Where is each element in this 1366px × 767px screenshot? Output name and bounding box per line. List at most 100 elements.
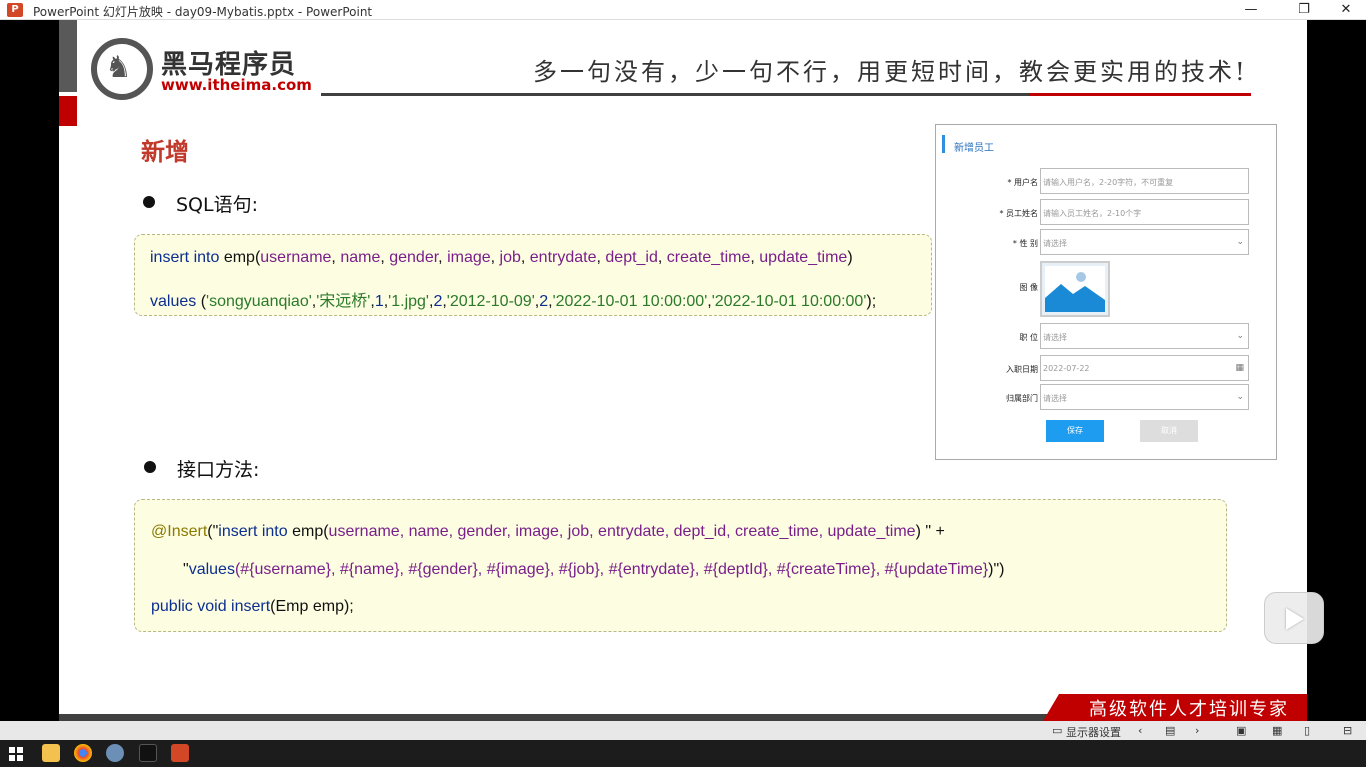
sql-section-label: SQL语句: (176, 194, 259, 216)
slogan: 多一句没有，少一句不行，用更短时间，教会更实用的技术! (533, 58, 1248, 86)
code-token: gender (389, 249, 439, 266)
slideshow-view-icon[interactable]: ⊟ (1343, 724, 1352, 737)
code-token: name (340, 249, 381, 266)
mountain-icon (1045, 272, 1105, 312)
iface-line-1: @Insert("insert into emp(username, name,… (151, 523, 945, 541)
display-settings-button[interactable]: 显示器设置 (1066, 724, 1121, 740)
job-label: 职 位 (1019, 333, 1038, 342)
next-slide-button[interactable]: › (1195, 724, 1199, 737)
close-button[interactable]: ✕ (1323, 0, 1366, 20)
windows-taskbar (0, 740, 1366, 767)
chevron-down-icon: ⌄ (1236, 331, 1244, 341)
job-select-value: 请选择 (1043, 333, 1067, 342)
code-token: , (380, 249, 390, 266)
code-token: 1 (374, 293, 384, 310)
code-token: '2012-10-09' (446, 293, 535, 310)
code-token: , (657, 249, 667, 266)
itheima-logo: ♞ 黑马程序员 www.itheima.com (91, 38, 312, 100)
sql-code-box: insert into emp(username, name, gender, … (134, 234, 932, 316)
minimize-button[interactable]: — (1228, 0, 1274, 20)
code-token: , (331, 249, 341, 266)
header-divider-accent (1029, 93, 1251, 96)
code-token: ) " + (915, 523, 945, 540)
code-token: update_time (759, 249, 848, 266)
name-label: * 员工姓名 (999, 209, 1038, 218)
code-token: 2 (539, 293, 549, 310)
chrome-icon[interactable] (74, 744, 92, 762)
windows-start-icon[interactable] (9, 747, 23, 761)
slide-sorter-view-icon[interactable]: ▦ (1272, 724, 1282, 737)
normal-view-icon[interactable]: ▣ (1236, 724, 1246, 737)
name-input: 请输入员工姓名，2-10个字 (1040, 199, 1249, 225)
code-token: )") (988, 561, 1005, 578)
dept-select-value: 请选择 (1043, 394, 1067, 403)
form-title: 新增员工 (954, 143, 994, 154)
reading-view-icon[interactable]: ▯ (1304, 724, 1310, 737)
powerpoint-icon: P (7, 3, 23, 17)
code-token: job (499, 249, 521, 266)
code-token: username (260, 249, 332, 266)
file-explorer-icon[interactable] (42, 744, 60, 762)
entrydate-value: 2022-07-22 (1043, 364, 1090, 373)
code-token: @Insert (151, 523, 208, 540)
interface-section-label: 接口方法: (177, 459, 260, 481)
slide[interactable]: ♞ 黑马程序员 www.itheima.com 多一句没有，少一句不行，用更短时… (59, 20, 1307, 721)
window-titlebar: P PowerPoint 幻灯片放映 - day09-Mybatis.pptx … (0, 0, 1366, 20)
powerpoint-taskbar-icon[interactable] (171, 744, 189, 762)
play-button[interactable] (1264, 592, 1324, 644)
code-token: dept_id (605, 249, 658, 266)
code-token: entrydate (529, 249, 597, 266)
code-token: ); (866, 293, 877, 310)
chevron-down-icon: ⌄ (1236, 392, 1244, 402)
code-token: '宋远桥' (316, 293, 371, 310)
code-token: , (438, 249, 448, 266)
code-token: image (447, 249, 491, 266)
footer-banner: 高级软件人才培训专家 (1043, 694, 1307, 721)
dept-select: 请选择 ⌄ (1040, 384, 1249, 410)
code-token: public void (151, 598, 232, 615)
play-icon (1286, 608, 1304, 630)
slide-heading: 新增 (141, 138, 189, 166)
entrydate-picker: 2022-07-22 ▦ (1040, 355, 1249, 381)
add-employee-form-screenshot: 新增员工 * 用户名 请输入用户名，2-20字符，不可重复 * 员工姓名 请输入… (935, 124, 1277, 460)
calendar-icon: ▦ (1235, 363, 1244, 373)
app-icon[interactable] (106, 744, 124, 762)
intellij-icon[interactable] (139, 744, 157, 762)
gender-select-value: 请选择 (1043, 239, 1067, 248)
slide-sorter-icon[interactable]: ▤ (1165, 724, 1175, 737)
code-token: '1.jpg' (388, 293, 429, 310)
bullet-icon (144, 461, 156, 473)
chevron-down-icon: ⌄ (1236, 237, 1244, 247)
code-token: , (750, 249, 760, 266)
form-save-button: 保存 (1046, 420, 1104, 442)
sql-line-1: insert into emp(username, name, gender, … (150, 249, 853, 267)
code-token: emp( (292, 523, 329, 540)
code-token: , (490, 249, 500, 266)
iface-line-2: "values(#{username}, #{name}, #{gender},… (183, 561, 1004, 579)
restore-button[interactable]: ❐ (1281, 0, 1327, 20)
code-token: username, name, gender, image, job, entr… (328, 523, 916, 540)
monitor-icon: ▭ (1052, 724, 1063, 737)
job-select: 请选择 ⌄ (1040, 323, 1249, 349)
image-placeholder-icon (1040, 261, 1110, 317)
bullet-icon (143, 196, 155, 208)
dept-label: 归属部门 (1006, 394, 1038, 403)
code-token: '2022-10-01 10:00:00' (711, 293, 867, 310)
code-token: , (520, 249, 530, 266)
image-label: 图 像 (1019, 283, 1038, 292)
code-token: insert into (150, 249, 224, 266)
prev-slide-button[interactable]: ‹ (1138, 724, 1142, 737)
gender-label: * 性 别 (1012, 239, 1038, 248)
code-token: emp( (223, 249, 261, 266)
code-token: (" (207, 523, 219, 540)
code-token: (#{username}, #{name}, #{gender}, #{imag… (234, 561, 989, 578)
code-token: values (150, 293, 201, 310)
username-input: 请输入用户名，2-20字符，不可重复 (1040, 168, 1249, 194)
form-cancel-button: 取消 (1140, 420, 1198, 442)
code-token: create_time (666, 249, 751, 266)
sql-line-2: values ('songyuanqiao','宋远桥',1,'1.jpg',2… (150, 287, 876, 311)
form-title-accent (942, 135, 945, 153)
decor-bar-red (59, 96, 77, 126)
horse-glyph-icon: ♞ (105, 50, 132, 85)
window-title: PowerPoint 幻灯片放映 - day09-Mybatis.pptx - … (33, 5, 373, 19)
